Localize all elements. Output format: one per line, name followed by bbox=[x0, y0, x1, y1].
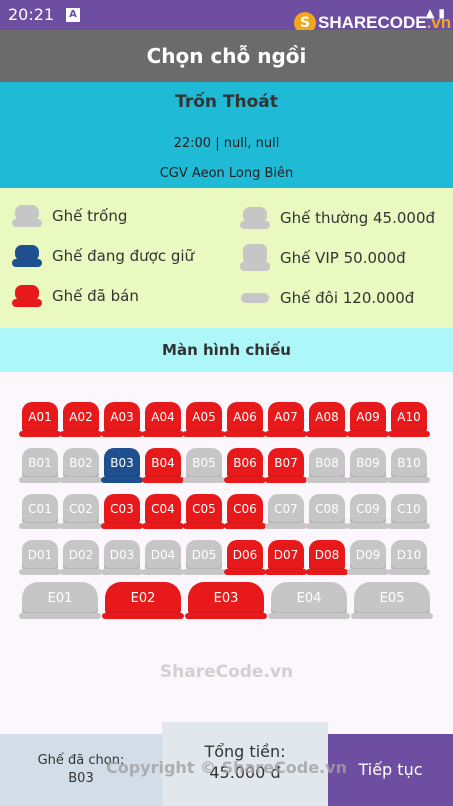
seat-b09[interactable]: B09 bbox=[347, 448, 389, 483]
couple-seat-e05[interactable]: E05 bbox=[351, 582, 433, 619]
couple-seat-e02[interactable]: E02 bbox=[102, 582, 184, 619]
legend-couple-label: Ghế đôi 120.000đ bbox=[280, 289, 415, 307]
movie-title: Trốn Thoát bbox=[175, 92, 278, 112]
watermark-text: ShareCode.vn bbox=[159, 662, 294, 682]
legend-vip: Ghế VIP 50.000đ bbox=[240, 244, 406, 272]
seat-d04[interactable]: D04 bbox=[142, 540, 184, 575]
seat-d05[interactable]: D05 bbox=[183, 540, 225, 575]
seat-b10[interactable]: B10 bbox=[388, 448, 430, 483]
seat-d09[interactable]: D09 bbox=[347, 540, 389, 575]
seat-c09[interactable]: C09 bbox=[347, 494, 389, 529]
seat-a06[interactable]: A06 bbox=[224, 402, 266, 437]
movie-showtime: 22:00 | null, null bbox=[173, 136, 280, 151]
seat-c05[interactable]: C05 bbox=[183, 494, 225, 529]
movie-info: Trốn Thoát 22:00 | null, null CGV Aeon L… bbox=[0, 82, 453, 188]
seat-map: ShareCode.vn A01 A02 A03 A04 A05 A06 A07 A08 A09… bbox=[0, 372, 453, 734]
seat-a07[interactable]: A07 bbox=[265, 402, 307, 437]
seat-b07[interactable]: B07 bbox=[265, 448, 307, 483]
seat-a05[interactable]: A05 bbox=[183, 402, 225, 437]
seat-b01[interactable]: B01 bbox=[19, 448, 61, 483]
regular-seat-icon bbox=[240, 207, 270, 229]
seat-c08[interactable]: C08 bbox=[306, 494, 348, 529]
seat-b02[interactable]: B02 bbox=[60, 448, 102, 483]
held-seat-icon bbox=[12, 245, 42, 267]
legend-vip-label: Ghế VIP 50.000đ bbox=[280, 249, 406, 267]
seat-a10[interactable]: A10 bbox=[388, 402, 430, 437]
copyright-watermark: Copyright © ShareCode.vn bbox=[105, 758, 347, 777]
screen-label: Màn hình chiếu bbox=[0, 328, 453, 372]
sold-seat-icon bbox=[12, 285, 42, 307]
couple-seat-e01[interactable]: E01 bbox=[19, 582, 101, 619]
movie-cinema: CGV Aeon Long Biên bbox=[159, 166, 294, 181]
seat-d10[interactable]: D10 bbox=[388, 540, 430, 575]
status-time: 20:21 bbox=[8, 5, 55, 24]
legend-sold-label: Ghế đã bán bbox=[52, 287, 139, 305]
seat-d06[interactable]: D06 bbox=[224, 540, 266, 575]
seat-d03[interactable]: D03 bbox=[101, 540, 143, 575]
seat-b08[interactable]: B08 bbox=[306, 448, 348, 483]
seat-c01[interactable]: C01 bbox=[19, 494, 61, 529]
seat-a01[interactable]: A01 bbox=[19, 402, 61, 437]
legend-held: Ghế đang được giữ bbox=[12, 242, 194, 270]
seat-d01[interactable]: D01 bbox=[19, 540, 61, 575]
legend-empty-label: Ghế trống bbox=[52, 207, 128, 225]
seat-c03[interactable]: C03 bbox=[101, 494, 143, 529]
legend-sold: Ghế đã bán bbox=[12, 282, 139, 310]
legend-couple: Ghế đôi 120.000đ bbox=[240, 284, 414, 312]
seat-d07[interactable]: D07 bbox=[265, 540, 307, 575]
seat-b03[interactable]: B03 bbox=[101, 448, 143, 483]
legend-regular-label: Ghế thường 45.000đ bbox=[280, 209, 436, 227]
seat-b04[interactable]: B04 bbox=[142, 448, 184, 483]
seat-d02[interactable]: D02 bbox=[60, 540, 102, 575]
seat-a02[interactable]: A02 bbox=[60, 402, 102, 437]
page-title: Chọn chỗ ngồi bbox=[0, 30, 453, 82]
legend-held-label: Ghế đang được giữ bbox=[52, 247, 195, 265]
seat-a09[interactable]: A09 bbox=[347, 402, 389, 437]
seat-a04[interactable]: A04 bbox=[142, 402, 184, 437]
seat-a03[interactable]: A03 bbox=[101, 402, 143, 437]
legend-regular: Ghế thường 45.000đ bbox=[240, 204, 435, 232]
seat-c07[interactable]: C07 bbox=[265, 494, 307, 529]
empty-seat-icon bbox=[12, 205, 42, 227]
seat-c10[interactable]: C10 bbox=[388, 494, 430, 529]
seat-b06[interactable]: B06 bbox=[224, 448, 266, 483]
couple-seat-e04[interactable]: E04 bbox=[268, 582, 350, 619]
seat-legend: Ghế trống Ghế đang được giữ Ghế đã bán G… bbox=[0, 188, 453, 328]
seat-c06[interactable]: C06 bbox=[224, 494, 266, 529]
couple-seat-e03[interactable]: E03 bbox=[185, 582, 267, 619]
vip-seat-icon bbox=[240, 244, 270, 271]
seat-a08[interactable]: A08 bbox=[306, 402, 348, 437]
seat-b05[interactable]: B05 bbox=[183, 448, 225, 483]
notification-a-icon: A bbox=[66, 8, 80, 22]
seat-d08[interactable]: D08 bbox=[306, 540, 348, 575]
seat-c04[interactable]: C04 bbox=[142, 494, 184, 529]
seat-c02[interactable]: C02 bbox=[60, 494, 102, 529]
couple-seat-icon bbox=[241, 293, 269, 303]
legend-empty: Ghế trống bbox=[12, 202, 127, 230]
